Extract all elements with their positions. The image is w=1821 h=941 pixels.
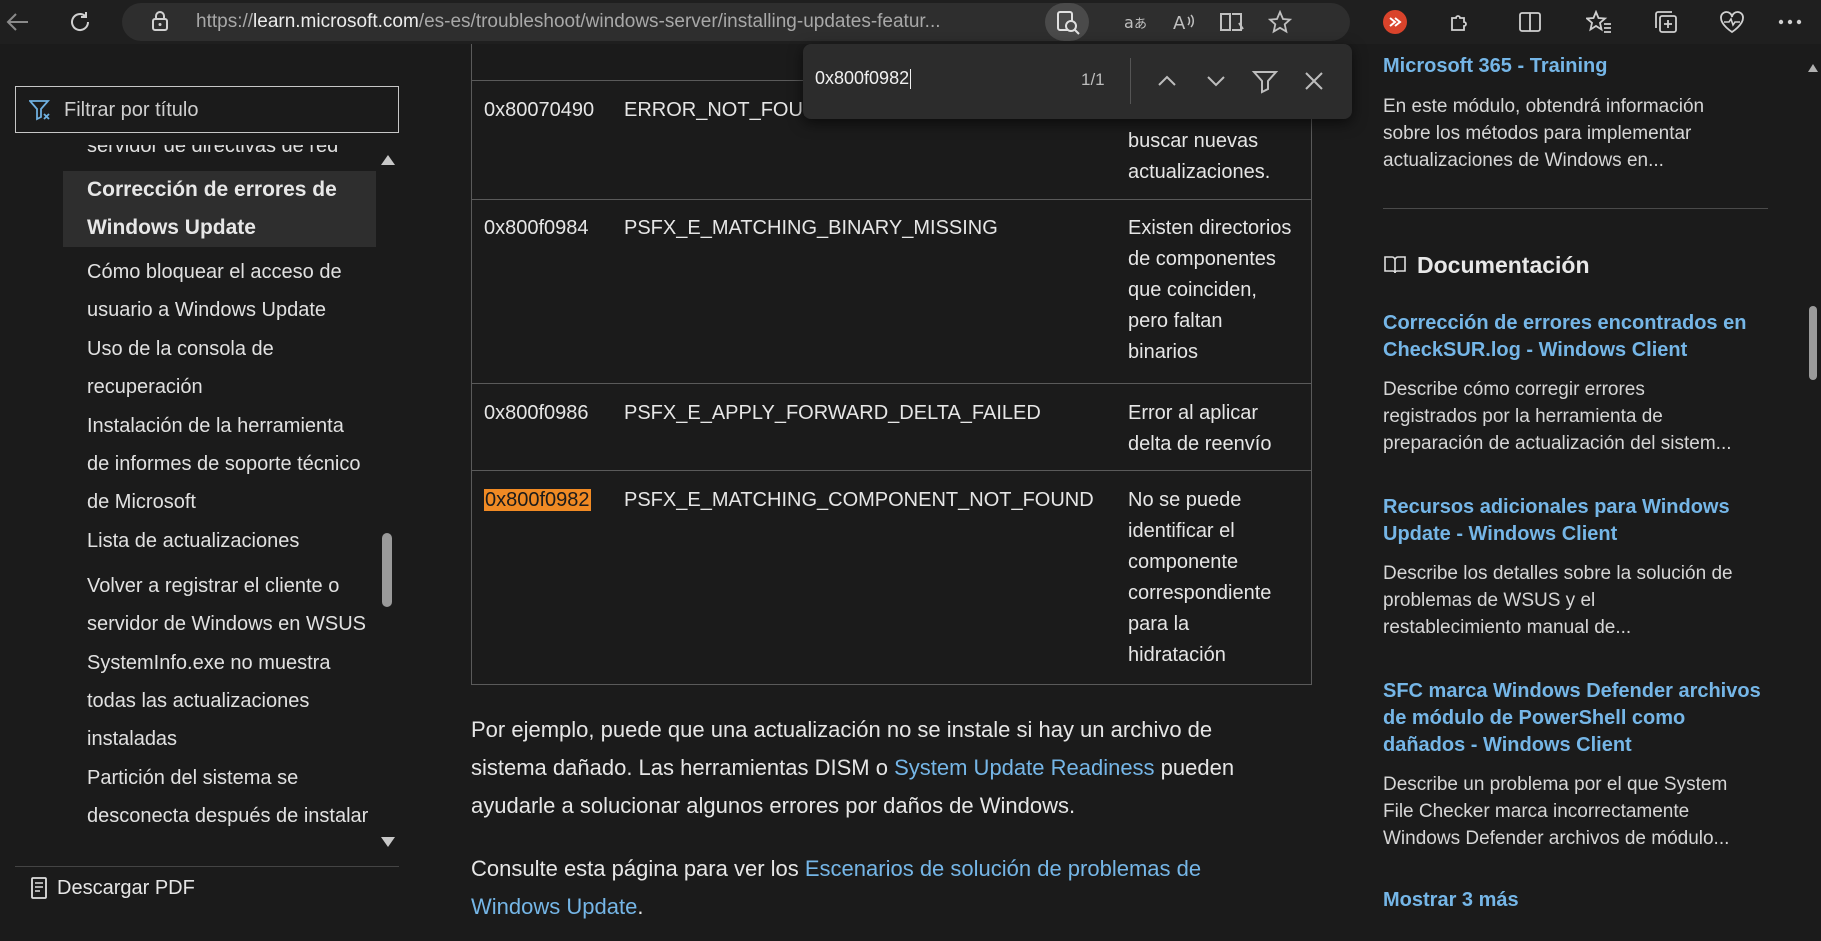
error-description: Existen directorios de componentes que coi… bbox=[1128, 217, 1292, 363]
error-name: PSFX_E_APPLY_FORWARD_DELTA_FAILED bbox=[624, 402, 1041, 424]
doc-card-sfc: SFC marca Windows Defender archivos de mó… bbox=[1383, 678, 1773, 852]
favorites-icon[interactable] bbox=[1583, 6, 1615, 38]
doc-link-resources[interactable]: Recursos adicionales para Windows Update … bbox=[1383, 494, 1773, 548]
filter-icon bbox=[29, 100, 50, 121]
documentation-heading: Documentación bbox=[1383, 252, 1590, 279]
favorite-star-icon[interactable] bbox=[1264, 7, 1296, 37]
toc-active-line1: Corrección de errores de bbox=[87, 178, 337, 201]
toc-navigation: servidor de directivas de red Corrección… bbox=[15, 145, 376, 859]
training-card: Microsoft 365 - Training En este módulo,… bbox=[1383, 53, 1773, 174]
error-code: 0x800f0986 bbox=[484, 402, 589, 424]
table-row: 0x800f0986 PSFX_E_APPLY_FORWARD_DELTA_FA… bbox=[472, 383, 1311, 470]
find-filter-icon[interactable] bbox=[1250, 66, 1280, 96]
svg-text:あ: あ bbox=[1134, 17, 1147, 32]
toc-item-updates-list[interactable]: Lista de actualizaciones bbox=[63, 522, 376, 560]
find-match-highlight: 0x800f0982 bbox=[484, 489, 591, 511]
back-icon[interactable] bbox=[2, 6, 34, 38]
address-bar[interactable]: https://learn.microsoft.com/es-es/troubl… bbox=[122, 3, 1350, 41]
find-on-page-bar: 0x800f0982 1/1 bbox=[803, 44, 1352, 119]
troubleshooting-scenarios-link[interactable]: Escenarios de solución de problemas de bbox=[805, 856, 1201, 881]
svg-text:a: a bbox=[1124, 13, 1134, 32]
extension-red-icon[interactable] bbox=[1379, 6, 1411, 38]
doc-description: Describe los detalles sobre la solución … bbox=[1383, 563, 1733, 638]
toc-item-active[interactable]: Corrección de errores de Windows Update bbox=[63, 171, 376, 247]
filter-placeholder: Filtrar por título bbox=[64, 99, 199, 121]
error-name: PSFX_E_MATCHING_COMPONENT_NOT_FOUND bbox=[624, 489, 1094, 511]
training-description: En este módulo, obtendrá información sobr… bbox=[1383, 96, 1705, 171]
browser-toolbar: https://learn.microsoft.com/es-es/troubl… bbox=[0, 0, 1821, 44]
toc-item-system-partition[interactable]: Partición del sistema se desconecta despu… bbox=[63, 759, 376, 835]
find-close-icon[interactable] bbox=[1299, 66, 1329, 96]
find-next-icon[interactable] bbox=[1201, 66, 1231, 96]
toc-item-systeminfo[interactable]: SystemInfo.exe no muestra todas las actua… bbox=[63, 644, 376, 758]
browser-essentials-icon[interactable] bbox=[1716, 6, 1748, 38]
find-match-count: 1/1 bbox=[1081, 70, 1105, 89]
page-scroll-thumb[interactable] bbox=[1809, 306, 1817, 380]
download-pdf-label: Descargar PDF bbox=[57, 877, 195, 899]
toc-scrollbar[interactable] bbox=[376, 145, 399, 859]
error-code: 0x80070490 bbox=[484, 99, 595, 121]
error-code: 0x800f0984 bbox=[484, 217, 589, 239]
error-codes-table: 0x80070490 ERROR_NOT_FOUND buscar nuevas… bbox=[471, 44, 1312, 685]
immersive-reader-icon[interactable] bbox=[1216, 7, 1248, 37]
toc-active-line2: Windows Update bbox=[87, 216, 256, 239]
training-title-link[interactable]: Microsoft 365 - Training bbox=[1383, 53, 1773, 80]
pdf-icon bbox=[31, 877, 47, 899]
divider bbox=[1383, 208, 1768, 209]
find-divider bbox=[1130, 58, 1131, 104]
lock-icon[interactable] bbox=[152, 11, 168, 31]
toc-scroll-up-icon[interactable] bbox=[381, 155, 395, 165]
svg-text:A: A bbox=[1173, 13, 1186, 33]
toc-scroll-thumb[interactable] bbox=[382, 533, 392, 607]
find-input[interactable]: 0x800f0982 bbox=[815, 68, 912, 90]
error-description: buscar nuevas actualizaciones. bbox=[1128, 130, 1271, 183]
system-update-readiness-link[interactable]: System Update Readiness bbox=[894, 755, 1154, 780]
doc-description: Describe cómo corregir errores registrado… bbox=[1383, 379, 1732, 454]
more-options-icon[interactable] bbox=[1774, 6, 1806, 38]
translate-icon[interactable]: aあ bbox=[1120, 7, 1152, 37]
toc-item-support-tool[interactable]: Instalación de la herramienta de informes… bbox=[63, 407, 376, 521]
doc-link-checksur[interactable]: Corrección de errores encontrados en Chec… bbox=[1383, 310, 1773, 364]
troubleshooting-scenarios-link-cont[interactable]: Windows Update bbox=[471, 894, 637, 919]
paragraph-scenarios: Consulte esta página para ver los Escena… bbox=[471, 856, 1202, 919]
extensions-puzzle-icon[interactable] bbox=[1444, 6, 1476, 38]
toc-item-partial[interactable]: servidor de directivas de red bbox=[63, 145, 376, 165]
error-description: No se puede identificar el componente corre… bbox=[1128, 489, 1272, 666]
error-name: ERROR_NOT_FOUND bbox=[624, 99, 832, 121]
download-pdf-button[interactable]: Descargar PDF bbox=[15, 866, 399, 908]
error-description: Error al aplicar delta de reenvío bbox=[1128, 402, 1272, 455]
doc-description: Describe un problema por el que System Fi… bbox=[1383, 774, 1730, 849]
error-code-highlighted: 0x800f0982 bbox=[484, 485, 591, 516]
find-previous-icon[interactable] bbox=[1152, 66, 1182, 96]
paragraph-example: Por ejemplo, puede que una actualización… bbox=[471, 717, 1235, 818]
doc-card-resources: Recursos adicionales para Windows Update … bbox=[1383, 494, 1773, 641]
filter-by-title-input[interactable]: Filtrar por título bbox=[15, 86, 399, 133]
refresh-icon[interactable] bbox=[64, 6, 96, 38]
page-scrollbar[interactable] bbox=[1806, 44, 1821, 941]
toc-item-reregister-wsus[interactable]: Volver a registrar el cliente o servidor … bbox=[63, 567, 376, 643]
show-more-link[interactable]: Mostrar 3 más bbox=[1383, 889, 1519, 912]
toc-item-recovery-console[interactable]: Uso de la consola de recuperación bbox=[63, 330, 376, 406]
split-screen-icon[interactable] bbox=[1514, 6, 1546, 38]
toc-scroll-down-icon[interactable] bbox=[381, 837, 395, 847]
book-icon bbox=[1384, 256, 1406, 274]
read-aloud-icon[interactable]: A bbox=[1168, 7, 1200, 37]
url-text[interactable]: https://learn.microsoft.com/es-es/troubl… bbox=[196, 11, 1161, 33]
page-scroll-up-icon[interactable] bbox=[1808, 64, 1818, 72]
doc-card-checksur: Corrección de errores encontrados en Chec… bbox=[1383, 310, 1773, 457]
find-on-page-button[interactable] bbox=[1045, 3, 1089, 41]
doc-link-sfc[interactable]: SFC marca Windows Defender archivos de mó… bbox=[1383, 678, 1773, 759]
error-name: PSFX_E_MATCHING_BINARY_MISSING bbox=[624, 217, 998, 239]
table-row: 0x800f0984 PSFX_E_MATCHING_BINARY_MISSIN… bbox=[472, 199, 1311, 383]
toc-item-block-access[interactable]: Cómo bloquear el acceso de usuario a Wind… bbox=[63, 253, 376, 329]
table-row: 0x800f0982 PSFX_E_MATCHING_COMPONENT_NOT… bbox=[472, 470, 1311, 684]
collections-icon[interactable] bbox=[1650, 6, 1682, 38]
